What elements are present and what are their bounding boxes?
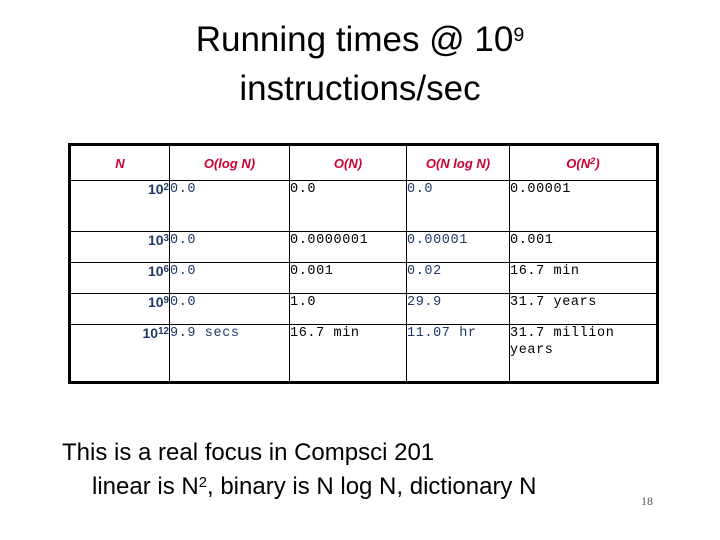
slide-notes: This is a real focus in Compsci 201 line… — [62, 436, 662, 507]
cell-n-exponent: 2 — [163, 181, 169, 193]
column-header-n-label: N — [115, 155, 125, 171]
notes-line-2-part-a: linear is N — [92, 473, 199, 500]
cell-n-log-n: 0.0 — [406, 180, 510, 232]
cell-log-n: 0.0 — [169, 262, 290, 294]
cell-n-base: 10 — [147, 263, 164, 279]
table-row: 106 0.0 0.001 0.02 16.7 min — [69, 262, 658, 294]
cell-log-n: 0.0 — [169, 231, 290, 263]
cell-n-exponent: 9 — [163, 294, 169, 306]
cell-n-exponent: 6 — [163, 263, 169, 275]
cell-n-exponent: 12 — [158, 325, 169, 337]
column-header-n-squared: O(N2) — [509, 144, 658, 181]
cell-log-n: 0.0 — [169, 180, 290, 232]
cell-linear-n: 16.7 min — [289, 324, 407, 383]
table-row: 109 0.0 1.0 29.9 31.7 years — [69, 293, 658, 325]
column-header-n-squared-exponent: 2 — [590, 155, 596, 166]
cell-n-value: 102 — [69, 180, 170, 232]
table-row: 102 0.0 0.0 0.0 0.00001 — [69, 180, 658, 232]
cell-n-value: 103 — [69, 231, 170, 263]
notes-line-2-exponent: 2 — [198, 474, 207, 491]
cell-log-n: 9.9 secs — [169, 324, 290, 383]
cell-n-value: 1012 — [69, 324, 170, 383]
slide-number: 18 — [641, 494, 653, 508]
cell-n-log-n: 0.02 — [406, 262, 510, 294]
column-header-linear-n: O(N) — [289, 144, 407, 181]
cell-linear-n: 0.001 — [289, 262, 407, 294]
cell-n-log-n: 0.00001 — [406, 231, 510, 263]
table-header-row: N O(log N) O(N) O(N log N) O(N2) — [69, 144, 658, 181]
page-title-line1-text: Running times @ 10 — [195, 20, 514, 59]
cell-n-base: 10 — [142, 325, 159, 341]
cell-n-base: 10 — [147, 181, 164, 197]
cell-n-log-n: 29.9 — [406, 293, 510, 325]
cell-linear-n: 0.0000001 — [289, 231, 407, 263]
cell-n-squared: 16.7 min — [509, 262, 658, 294]
cell-linear-n: 1.0 — [289, 293, 407, 325]
cell-n-value: 106 — [69, 262, 170, 294]
cell-n-squared: 31.7 years — [509, 293, 658, 325]
cell-n-base: 10 — [147, 232, 164, 248]
table-row: 1012 9.9 secs 16.7 min 11.07 hr 31.7 mil… — [69, 324, 658, 383]
column-header-n-squared-label: O(N — [566, 155, 591, 171]
running-times-table-container: N O(log N) O(N) O(N log N) O(N2) 102 0.0… — [68, 143, 659, 384]
column-header-n-log-n-label: O(N log N) — [425, 155, 491, 171]
column-header-n-log-n: O(N log N) — [406, 144, 510, 181]
column-header-log-n-label: O(log N) — [203, 155, 256, 171]
notes-line-2: linear is N2, binary is N log N, diction… — [62, 470, 662, 507]
cell-n-log-n: 11.07 hr — [406, 324, 510, 383]
page-title: Running times @ 109 instructions/sec — [60, 18, 660, 110]
cell-linear-n: 0.0 — [289, 180, 407, 232]
cell-n-squared: 31.7 million years — [509, 324, 658, 383]
cell-log-n: 0.0 — [169, 293, 290, 325]
cell-n-squared: 0.00001 — [509, 180, 658, 232]
table-header: N O(log N) O(N) O(N log N) O(N2) — [69, 144, 658, 181]
cell-n-exponent: 3 — [163, 232, 169, 244]
column-header-n: N — [69, 144, 170, 181]
notes-line-1: This is a real focus in Compsci 201 — [62, 439, 435, 466]
column-header-linear-n-label: O(N) — [333, 155, 363, 171]
column-header-n-squared-suffix: ) — [595, 155, 600, 171]
table-body: 102 0.0 0.0 0.0 0.00001 103 0.0 0.000000… — [69, 180, 658, 383]
cell-n-value: 109 — [69, 293, 170, 325]
cell-n-base: 10 — [147, 294, 164, 310]
column-header-log-n: O(log N) — [169, 144, 290, 181]
table-row: 103 0.0 0.0000001 0.00001 0.001 — [69, 231, 658, 263]
cell-n-squared: 0.001 — [509, 231, 658, 263]
page-title-exponent: 9 — [513, 23, 525, 46]
running-times-table: N O(log N) O(N) O(N log N) O(N2) 102 0.0… — [68, 143, 659, 384]
notes-line-2-part-b: , binary is N log N, dictionary N — [206, 473, 537, 500]
page-title-line2-text: instructions/sec — [239, 69, 481, 108]
